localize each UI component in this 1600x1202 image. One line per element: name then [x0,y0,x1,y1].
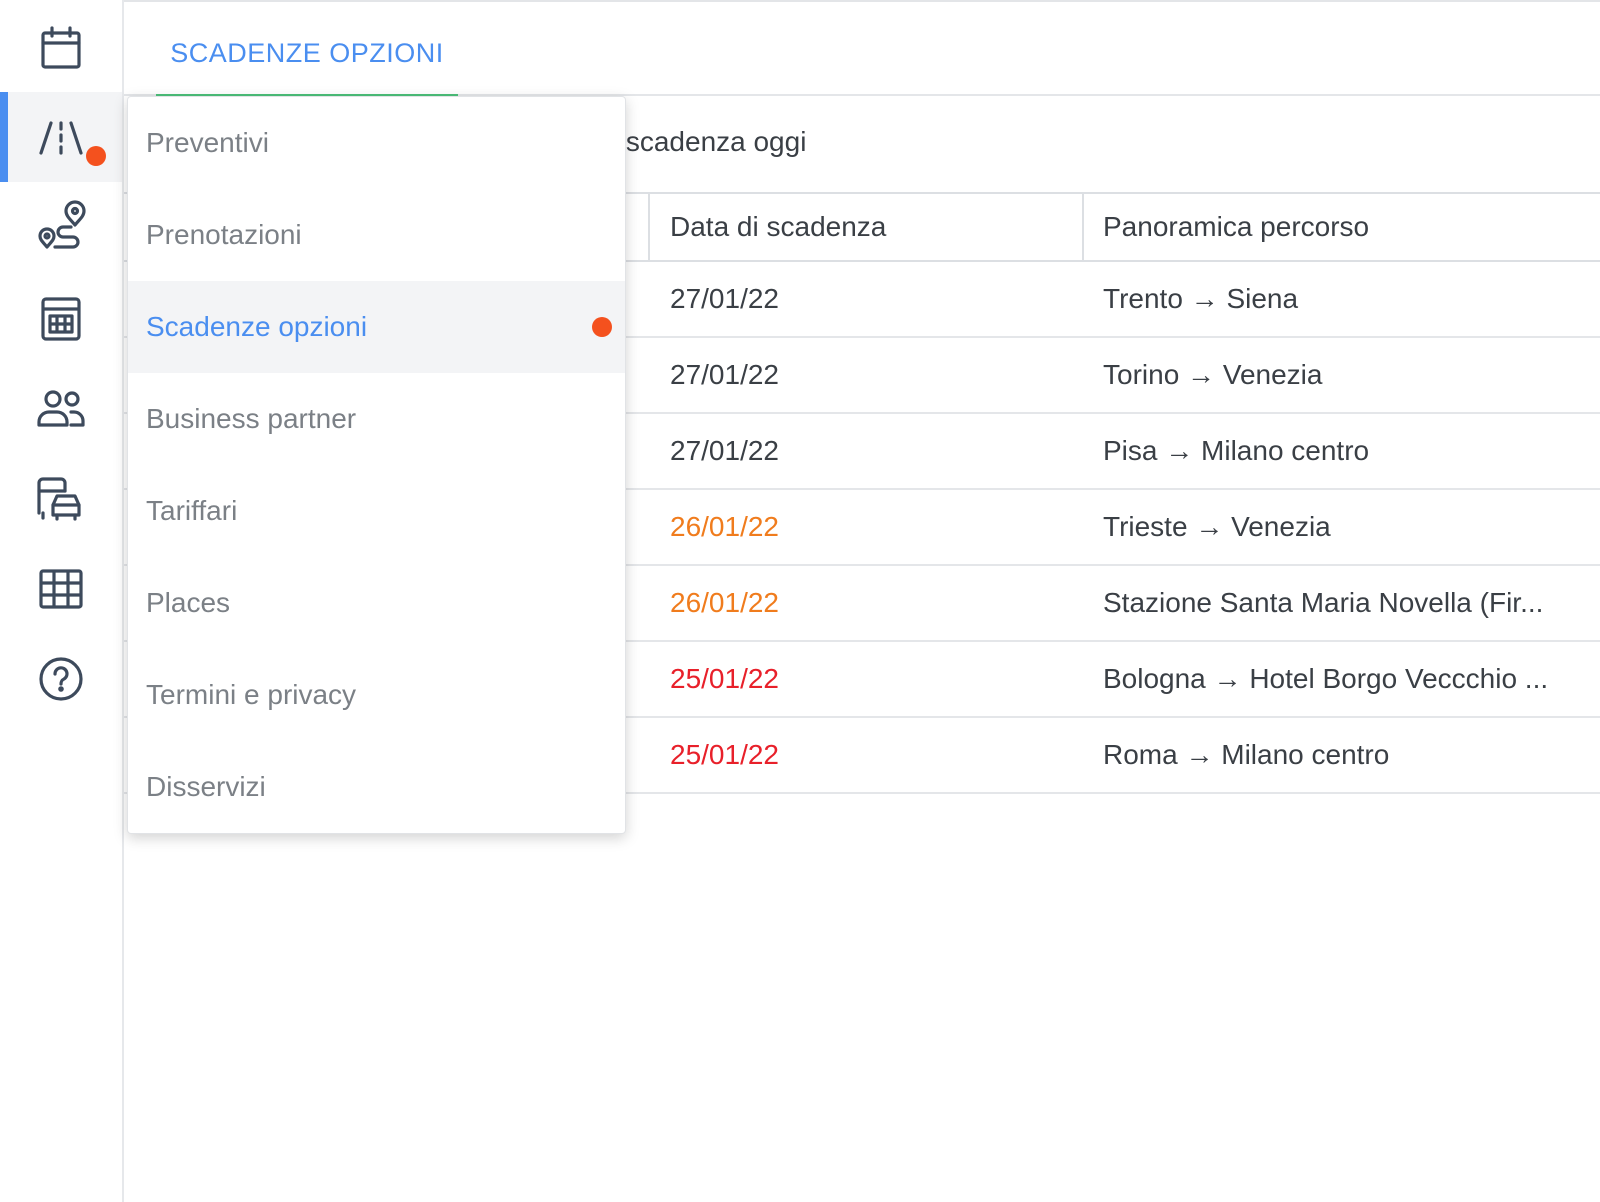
route-overview-cell: Bologna → Hotel Borgo Veccchio ... [1103,663,1549,694]
grid-icon [39,569,83,609]
route-overview-cell: Torino → Venezia [1103,359,1323,390]
column-divider [1082,194,1084,260]
header-route-overview[interactable]: Panoramica percorso [1103,194,1369,260]
calculator-icon [41,297,81,341]
expiry-date-cell: 27/01/22 [670,359,779,390]
expiry-date-cell: 26/01/22 [670,587,779,618]
sidebar-item-vehicles[interactable] [0,454,122,544]
menu-item-business-partner[interactable]: Business partner [128,373,625,465]
notification-badge [86,146,106,166]
expiry-date-cell: 27/01/22 [670,283,779,314]
menu-item-tariffari[interactable]: Tariffari [128,465,625,557]
vehicles-icon [37,477,81,521]
route-overview-cell: Trento → Siena [1103,283,1299,314]
menu-item-preventivi[interactable]: Preventivi [128,97,625,189]
tab-scadenze-opzioni[interactable]: SCADENZE OPZIONI [156,0,458,98]
navigation-dropdown-menu: Preventivi Prenotazioni Scadenze opzioni Bu… [127,96,626,834]
route-icon [38,200,86,249]
sidebar-item-road[interactable] [0,92,122,182]
column-divider [648,194,650,260]
route-overview-cell: Stazione Santa Maria Novella (Fir... [1103,587,1544,618]
route-overview-cell: Roma → Milano centro [1103,739,1390,770]
sidebar [0,0,124,1202]
expiry-date-cell: 26/01/22 [670,511,779,542]
calendar-icon [41,26,81,69]
menu-item-termini-e-privacy[interactable]: Termini e privacy [128,649,625,741]
tab-bar: SCADENZE OPZIONI [124,0,1600,98]
menu-item-prenotazioni[interactable]: Prenotazioni [128,189,625,281]
header-expiry-date[interactable]: Data di scadenza [670,194,886,260]
users-icon [37,390,85,427]
menu-item-label: Preventivi [146,127,269,158]
sidebar-item-calculator[interactable] [0,274,122,364]
notification-badge [592,317,612,337]
menu-item-label: Places [146,587,231,618]
sidebar-item-help[interactable] [0,634,122,724]
menu-item-label: Scadenze opzioni [146,311,368,342]
menu-item-places[interactable]: Places [128,557,625,649]
menu-item-label: Termini e privacy [146,679,357,710]
expiry-date-cell: 27/01/22 [670,435,779,466]
expiry-date-cell: 25/01/22 [670,739,779,770]
route-overview-cell: Pisa → Milano centro [1103,435,1370,466]
route-overview-cell: Trieste → Venezia [1103,511,1331,542]
menu-item-label: Tariffari [146,495,238,526]
menu-item-label: Prenotazioni [146,219,302,250]
menu-item-label: Disservizi [146,771,266,802]
expiry-date-cell: 25/01/22 [670,663,779,694]
sidebar-item-route[interactable] [0,184,122,274]
sidebar-item-users[interactable] [0,364,122,454]
road-icon [39,121,83,155]
sidebar-item-grid[interactable] [0,544,122,634]
sidebar-item-calendar[interactable] [0,4,122,94]
menu-item-disservizi[interactable]: Disservizi [128,741,625,833]
menu-item-label: Business partner [146,403,357,434]
help-icon [39,657,83,701]
menu-item-scadenze-opzioni[interactable]: Scadenze opzioni [128,281,625,373]
